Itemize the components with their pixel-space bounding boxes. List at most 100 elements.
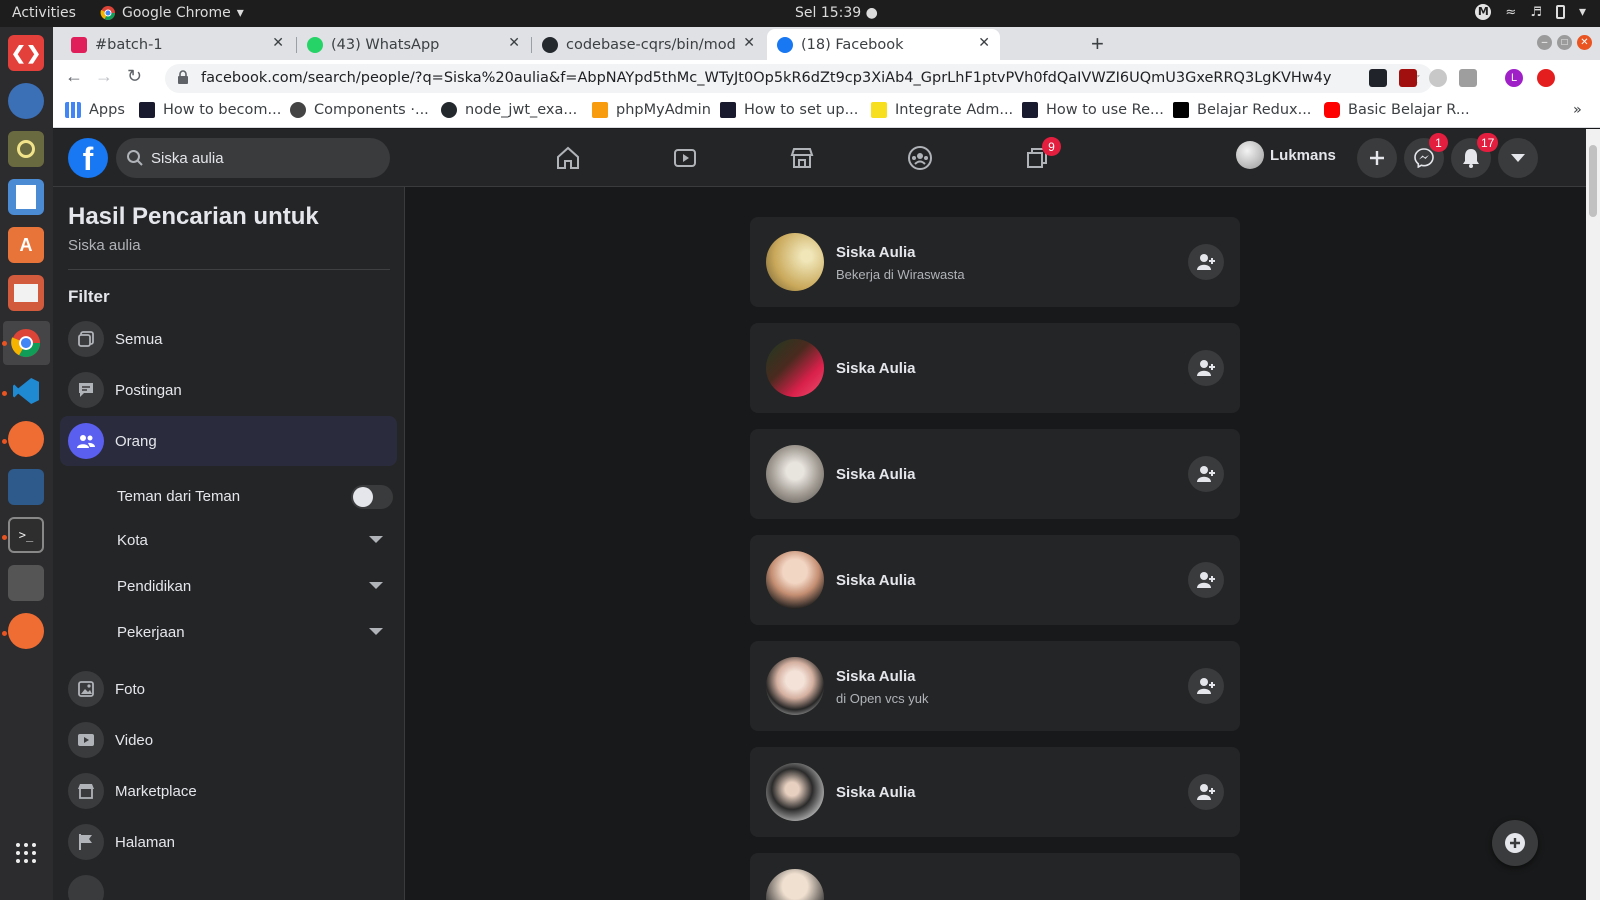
avatar[interactable] (766, 763, 824, 821)
bookmarks-overflow-button[interactable]: » (1573, 102, 1582, 118)
create-button[interactable] (1357, 138, 1397, 178)
lock-icon[interactable] (177, 70, 189, 84)
result-name[interactable]: Siska Aulia (836, 244, 915, 261)
avatar[interactable] (766, 869, 824, 900)
new-tab-icon[interactable]: + (1091, 31, 1104, 57)
filter-videos[interactable]: Video (60, 715, 397, 765)
filter-all[interactable]: Semua (60, 314, 397, 364)
bookmark-item[interactable]: How to use Re... (1022, 102, 1164, 118)
tab-github[interactable]: codebase-cqrs/bin/modu ✕ (532, 29, 765, 60)
close-window-icon[interactable]: ✕ (1577, 35, 1592, 50)
avatar[interactable] (766, 445, 824, 503)
terminal-icon[interactable]: >_ (8, 517, 44, 553)
search-result-card[interactable]: Siska Aulia (750, 429, 1240, 519)
filter-more[interactable] (60, 868, 397, 900)
add-friend-button[interactable] (1188, 456, 1224, 492)
bookmark-item[interactable]: How to set up... (720, 102, 858, 118)
show-applications-icon[interactable] (8, 835, 44, 871)
m-indicator-icon[interactable]: M (1475, 4, 1492, 20)
back-icon[interactable]: ← (65, 66, 83, 87)
add-friend-button[interactable] (1188, 244, 1224, 280)
vscode-icon[interactable] (8, 373, 44, 409)
search-result-card[interactable]: Siska Aulia di Open vcs yuk (750, 641, 1240, 731)
files-icon[interactable] (8, 275, 44, 311)
rhythmbox-icon[interactable] (8, 131, 44, 167)
avatar[interactable] (766, 551, 824, 609)
filter-work-dropdown[interactable]: Pekerjaan (117, 612, 397, 652)
facebook-logo-icon[interactable]: f (68, 138, 108, 178)
account-menu-button[interactable] (1498, 138, 1538, 178)
avatar[interactable] (766, 233, 824, 291)
bookmark-item[interactable]: node_jwt_exa... (441, 102, 577, 118)
clock[interactable]: Sel 15:39 ● (795, 5, 878, 21)
forward-icon[interactable]: → (95, 66, 113, 87)
reload-icon[interactable]: ↻ (127, 66, 142, 87)
thunderbird-icon[interactable] (8, 83, 44, 119)
bookmark-item[interactable]: Basic Belajar R... (1324, 102, 1470, 118)
filter-people[interactable]: Orang (60, 416, 397, 466)
avatar[interactable] (766, 339, 824, 397)
filter-posts[interactable]: Postingan (60, 365, 397, 415)
bookmark-apps[interactable]: Apps (65, 102, 125, 118)
groups-icon[interactable] (905, 143, 935, 173)
new-message-button[interactable] (1492, 820, 1538, 866)
bookmark-item[interactable]: Integrate Adm... (871, 102, 1013, 118)
video-editor-icon[interactable] (8, 565, 44, 601)
result-name[interactable]: Siska Aulia (836, 466, 915, 483)
marketplace-nav-icon[interactable] (787, 143, 817, 173)
filter-marketplace[interactable]: Marketplace (60, 766, 397, 816)
update-icon[interactable] (1537, 69, 1555, 87)
search-result-card[interactable] (750, 853, 1240, 900)
close-tab-icon[interactable]: ✕ (508, 35, 520, 51)
result-name[interactable]: Siska Aulia (836, 784, 915, 801)
ublock-icon[interactable] (1399, 69, 1417, 87)
result-name[interactable]: Siska Aulia (836, 668, 915, 685)
profile-chip[interactable]: Lukmans (1236, 141, 1336, 169)
address-bar[interactable]: facebook.com/search/people/?q=Siska%20au… (165, 64, 1433, 93)
tab-facebook[interactable]: (18) Facebook ✕ (767, 29, 1000, 60)
system-menu-caret-icon[interactable]: ▾ (1579, 4, 1586, 20)
app-menu[interactable]: Google Chrome ▾ (100, 5, 244, 21)
result-name[interactable]: Siska Aulia (836, 572, 915, 589)
add-friend-button[interactable] (1188, 668, 1224, 704)
volume-icon[interactable]: ♬ (1530, 5, 1542, 20)
filter-pages[interactable]: Halaman (60, 817, 397, 867)
profile-avatar[interactable]: L (1505, 69, 1523, 87)
maximize-icon[interactable]: □ (1557, 35, 1572, 50)
close-tab-icon[interactable]: ✕ (272, 35, 284, 51)
search-result-card[interactable]: Siska Aulia (750, 747, 1240, 837)
avatar[interactable] (766, 657, 824, 715)
tab-whatsapp[interactable]: (43) WhatsApp ✕ (297, 29, 530, 60)
postman-icon[interactable] (8, 421, 44, 457)
mysql-workbench-icon[interactable] (8, 469, 44, 505)
react-devtools-icon[interactable] (1369, 69, 1387, 87)
tab-slack[interactable]: #batch-1 ✕ (61, 29, 294, 60)
anydesk-icon[interactable]: ❮❯ (8, 35, 44, 71)
system-tray[interactable]: M ≈ ♬ ▾ (1475, 4, 1586, 20)
page-scrollbar[interactable] (1586, 129, 1600, 900)
add-friend-button[interactable] (1188, 350, 1224, 386)
software-center-icon[interactable]: A (8, 227, 44, 263)
bookmark-item[interactable]: Belajar Redux... (1173, 102, 1311, 118)
activities-button[interactable]: Activities (12, 5, 76, 21)
bookmark-item[interactable]: How to becom... (139, 102, 281, 118)
result-name[interactable]: Siska Aulia (836, 360, 915, 377)
writer-icon[interactable] (8, 179, 44, 215)
close-tab-icon[interactable]: ✕ (978, 35, 990, 51)
close-tab-icon[interactable]: ✕ (743, 35, 755, 51)
postman-agent-icon[interactable] (8, 613, 44, 649)
chrome-dock-icon[interactable] (8, 325, 44, 361)
search-box[interactable]: Siska aulia (116, 138, 390, 178)
filter-education-dropdown[interactable]: Pendidikan (117, 566, 397, 606)
home-icon[interactable] (553, 143, 583, 173)
battery-icon[interactable] (1555, 5, 1565, 19)
search-result-card[interactable]: Siska Aulia (750, 535, 1240, 625)
extension-icon[interactable] (1459, 69, 1477, 87)
minimize-icon[interactable]: – (1537, 35, 1552, 50)
bookmark-item[interactable]: phpMyAdmin (592, 102, 711, 118)
search-result-card[interactable]: Siska Aulia Bekerja di Wiraswasta (750, 217, 1240, 307)
extension-globe-icon[interactable] (1429, 69, 1447, 87)
watch-icon[interactable] (670, 143, 700, 173)
bookmark-item[interactable]: Components ·... (290, 102, 429, 118)
search-input[interactable]: Siska aulia (151, 150, 224, 167)
